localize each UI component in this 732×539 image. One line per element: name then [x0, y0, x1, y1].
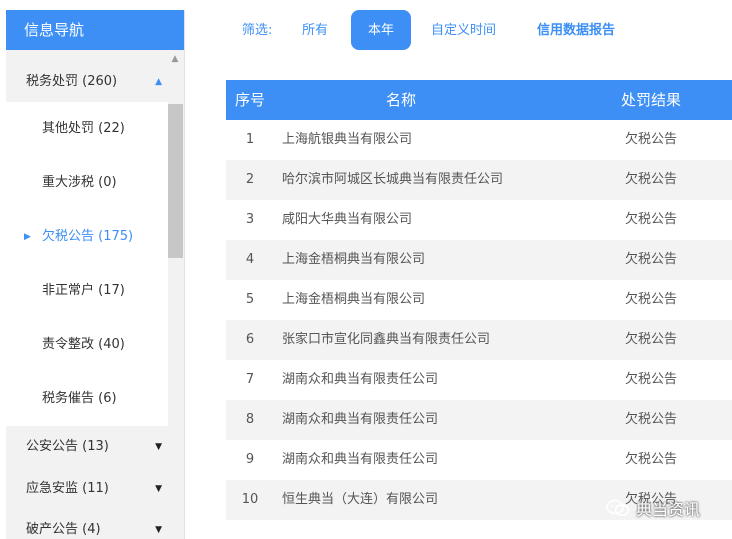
cell-name: 上海航银典当有限公司 [282, 132, 413, 147]
cell-index: 8 [245, 412, 255, 427]
cell-name: 哈尔滨市阿城区长城典当有限责任公司 [282, 172, 504, 187]
table-row[interactable]: 5 上海金梧桐典当有限公司 欠税公告 [226, 280, 732, 320]
sidebar-subitem-active[interactable]: ▶ 欠税公告 (175) [6, 210, 168, 264]
cell-index: 1 [245, 132, 255, 147]
sidebar-subitem[interactable]: 税务催告 (6) [6, 372, 168, 426]
sidebar-group-police[interactable]: 公安公告 (13) ▼ [6, 427, 168, 467]
wechat-icon [606, 499, 630, 516]
table-row[interactable]: 1 上海航银典当有限公司 欠税公告 [226, 120, 732, 160]
cell-result: 欠税公告 [624, 452, 677, 467]
caret-down-icon: ▼ [155, 442, 162, 452]
watermark: 典当资讯 [606, 493, 700, 523]
table-row[interactable]: 4 上海金梧桐典当有限公司 欠税公告 [226, 240, 732, 280]
sidebar-group-label: 破产公告 (4) [26, 522, 101, 537]
sidebar-subitem-label: 其他处罚 (22) [42, 121, 125, 136]
sidebar-subitem[interactable]: 重大涉税 (0) [6, 156, 168, 210]
scroll-up-icon[interactable]: ▲ [168, 52, 182, 66]
column-header-name: 名称 [385, 91, 416, 109]
filter-option-all[interactable]: 所有 [302, 10, 328, 50]
penalty-table: 序号 名称 处罚结果 1 上海航银典当有限公司 欠税公告 2 哈尔滨市阿城区长城典当有限… [226, 80, 732, 520]
cell-name: 湖南众和典当有限责任公司 [282, 372, 439, 387]
sidebar-group-tax-penalty[interactable]: 税务处罚 (260) ▲ [6, 62, 168, 102]
caret-down-icon: ▼ [155, 484, 162, 494]
cell-name: 咸阳大华典当有限公司 [282, 212, 413, 227]
caret-right-icon: ▶ [24, 232, 31, 242]
table-body: 1 上海航银典当有限公司 欠税公告 2 哈尔滨市阿城区长城典当有限责任公司 欠税公告 3 咸阳… [226, 120, 732, 520]
sidebar-nav: 信息导航 ▲ 税务处罚 (260) ▲ 其他处罚 (22) 重大涉税 (0) ▶… [6, 10, 185, 539]
table-row[interactable]: 7 湖南众和典当有限责任公司 欠税公告 [226, 360, 732, 400]
filter-option-custom-time[interactable]: 自定义时间 [431, 10, 496, 50]
table-row[interactable]: 3 咸阳大华典当有限公司 欠税公告 [226, 200, 732, 240]
cell-index: 10 [241, 492, 259, 507]
cell-result: 欠税公告 [624, 132, 677, 147]
sidebar-subitem[interactable]: 其他处罚 (22) [6, 102, 168, 156]
cell-result: 欠税公告 [624, 292, 677, 307]
sidebar-group-label: 应急安监 (11) [26, 481, 109, 496]
table-row[interactable]: 6 张家口市宣化同鑫典当有限责任公司 欠税公告 [226, 320, 732, 360]
sidebar-subitem-label: 重大涉税 (0) [42, 175, 117, 190]
watermark-text: 典当资讯 [636, 500, 701, 519]
filter-label: 筛选: [242, 23, 273, 38]
cell-index: 9 [245, 452, 255, 467]
sidebar-subitem-label: 责令整改 (40) [42, 337, 125, 352]
cell-name: 湖南众和典当有限责任公司 [282, 452, 439, 467]
sidebar-group-emergency[interactable]: 应急安监 (11) ▼ [6, 469, 168, 509]
sidebar-subitem[interactable]: 非正常户 (17) [6, 264, 168, 318]
sidebar-group-bankruptcy[interactable]: 破产公告 (4) ▼ [6, 510, 168, 539]
sidebar-subitem-label: 税务催告 (6) [42, 391, 117, 406]
cell-index: 6 [245, 332, 255, 347]
sidebar-group-label: 公安公告 (13) [26, 439, 109, 454]
cell-name: 上海金梧桐典当有限公司 [282, 292, 426, 307]
cell-index: 7 [245, 372, 255, 387]
sidebar-subitem-label: 非正常户 (17) [42, 283, 125, 298]
table-header: 序号 名称 处罚结果 [226, 80, 732, 120]
cell-result: 欠税公告 [624, 372, 677, 387]
cell-result: 欠税公告 [624, 172, 677, 187]
sidebar-subitem[interactable]: 责令整改 (40) [6, 318, 168, 372]
cell-index: 5 [245, 292, 255, 307]
caret-down-icon: ▼ [155, 525, 162, 535]
table-row[interactable]: 2 哈尔滨市阿城区长城典当有限责任公司 欠税公告 [226, 160, 732, 200]
cell-index: 3 [245, 212, 255, 227]
sidebar-group-label: 税务处罚 (260) [26, 74, 118, 89]
sidebar-title: 信息导航 [6, 10, 184, 50]
sidebar-scrollbar-thumb[interactable] [168, 104, 183, 258]
cell-result: 欠税公告 [624, 252, 677, 267]
cell-name: 恒生典当（大连）有限公司 [282, 492, 439, 507]
cell-result: 欠税公告 [624, 412, 677, 427]
cell-name: 张家口市宣化同鑫典当有限责任公司 [282, 332, 491, 347]
filter-option-this-year[interactable]: 本年 [351, 10, 411, 50]
table-row[interactable]: 8 湖南众和典当有限责任公司 欠税公告 [226, 400, 732, 440]
cell-name: 湖南众和典当有限责任公司 [282, 412, 439, 427]
caret-up-icon: ▲ [155, 77, 162, 87]
sidebar-subitem-label: 欠税公告 (175) [42, 229, 134, 244]
sidebar-subpanel: 其他处罚 (22) 重大涉税 (0) ▶ 欠税公告 (175) 非正常户 (17… [6, 102, 168, 426]
table-row[interactable]: 9 湖南众和典当有限责任公司 欠税公告 [226, 440, 732, 480]
cell-index: 2 [245, 172, 255, 187]
column-header-result: 处罚结果 [620, 91, 681, 109]
cell-index: 4 [245, 252, 255, 267]
filter-option-credit-report[interactable]: 信用数据报告 [537, 10, 615, 50]
cell-result: 欠税公告 [624, 212, 677, 227]
column-header-index: 序号 [234, 91, 265, 109]
cell-result: 欠税公告 [624, 332, 677, 347]
cell-name: 上海金梧桐典当有限公司 [282, 252, 426, 267]
